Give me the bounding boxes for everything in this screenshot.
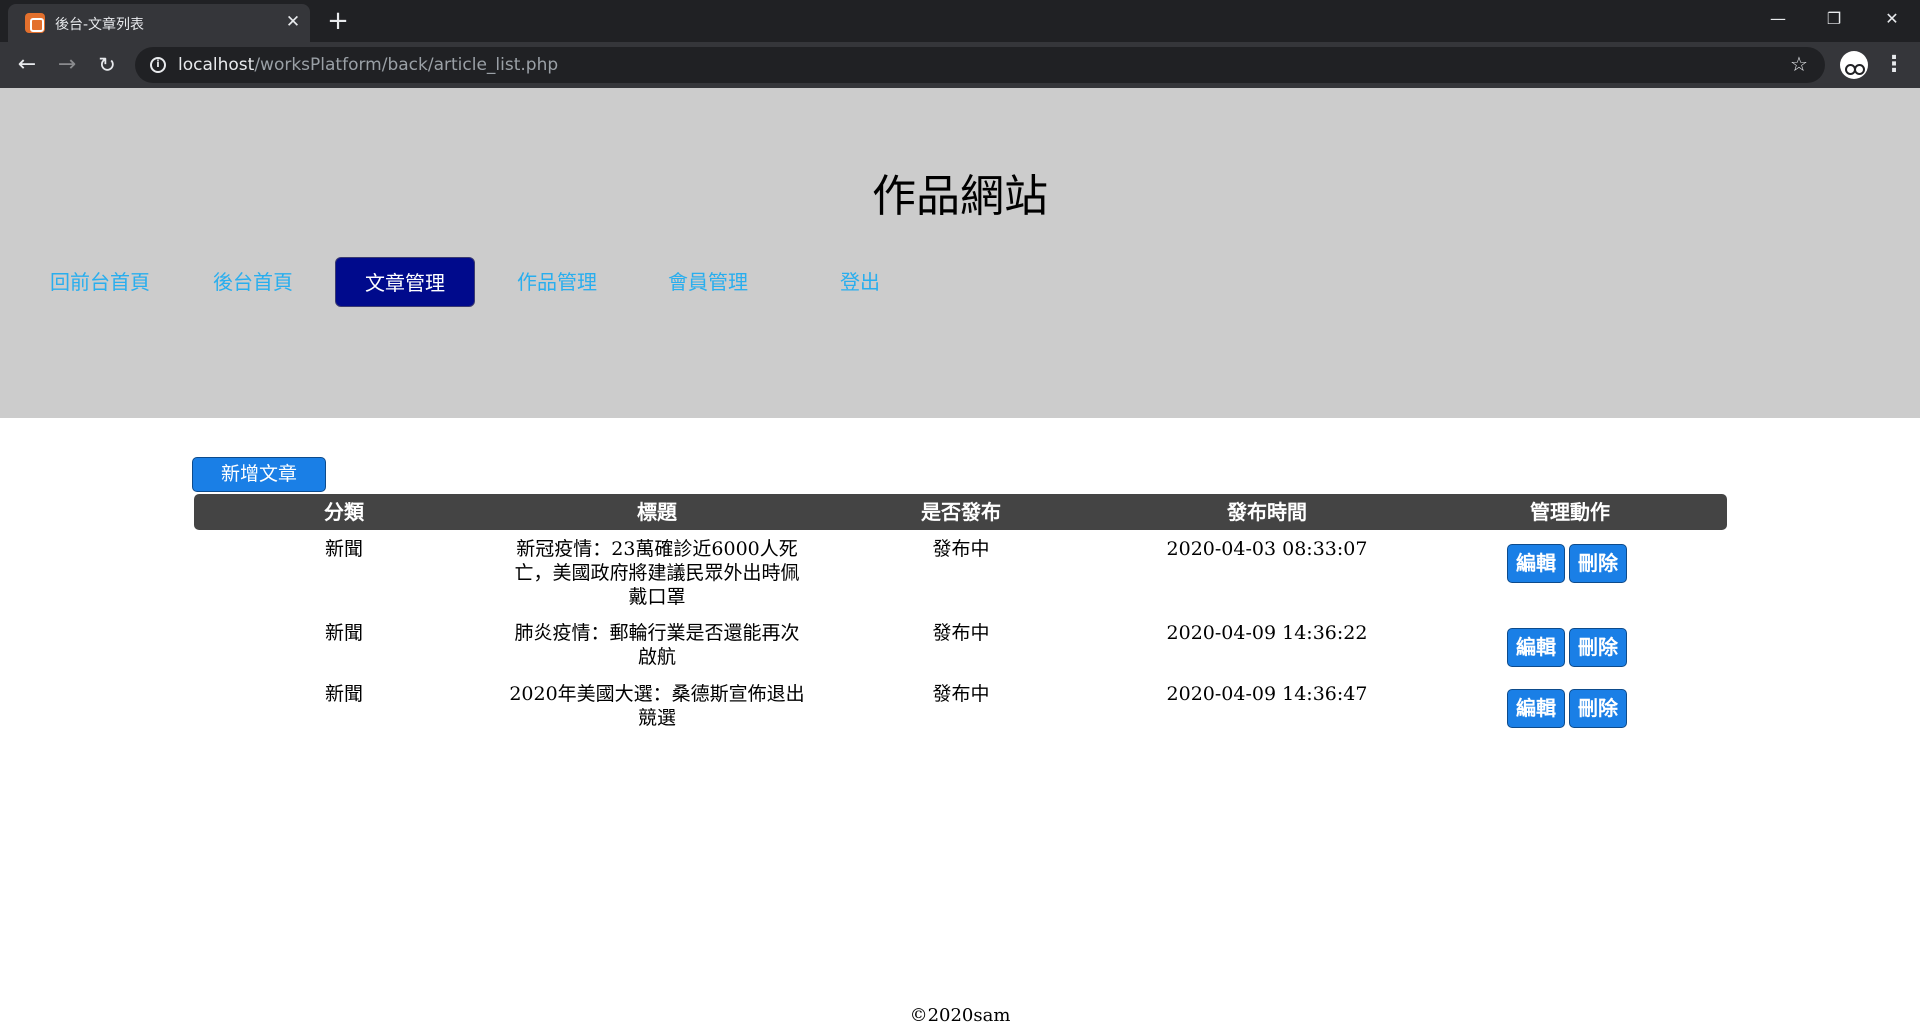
delete-button[interactable]: 刪除 [1569,689,1627,728]
site-title: 作品網站 [872,171,1048,222]
site-header: 作品網站 回前台首頁 後台首頁 文章管理 作品管理 會員管理 登出 [0,88,1920,418]
row-published-time: 2020-04-09 14:36:22 [1166,622,1368,644]
delete-button[interactable]: 刪除 [1569,544,1627,583]
new-tab-icon[interactable]: + [322,6,354,38]
nav-works-management[interactable]: 作品管理 [487,257,627,307]
incognito-icon[interactable] [1840,51,1868,79]
nav-article-management[interactable]: 文章管理 [335,257,475,307]
table-header: 分類 標題 是否發布 發布時間 管理動作 [194,494,1727,530]
row-status: 發布中 [932,622,990,644]
more-menu-icon[interactable]: ⋮ [1880,47,1908,83]
row-title: 2020年美國大選：桑德斯宣佈退出競選 [507,682,807,730]
row-title: 新冠疫情：23萬確診近6000人死亡，美國政府將建議民眾外出時佩戴口罩 [507,537,807,609]
delete-button[interactable]: 刪除 [1569,628,1627,667]
browser-tab-bar: 後台-文章列表 ✕ + — ❐ ✕ [0,0,1920,42]
info-icon[interactable]: i [150,57,166,73]
footer-copyright: ©2020sam [909,1005,1011,1026]
column-header-title: 標題 [637,500,677,524]
row-status: 發布中 [932,538,990,560]
row-category: 新聞 [324,538,363,560]
page-viewport: 作品網站 回前台首頁 後台首頁 文章管理 作品管理 會員管理 登出 新增文章 分… [0,88,1920,1029]
column-header-category: 分類 [324,500,364,524]
row-published-time: 2020-04-03 08:33:07 [1166,538,1368,560]
row-title-text: 新冠疫情：23萬確診近6000人死亡，美國政府將建議民眾外出時佩戴口罩 [514,538,800,608]
back-icon[interactable]: ← [11,49,43,81]
url-path: /worksPlatform/back/article_list.php [254,55,559,75]
minimize-icon[interactable]: — [1750,0,1806,40]
forward-icon[interactable]: → [51,49,83,81]
row-title-text: 肺炎疫情：郵輪行業是否還能再次啟航 [514,622,800,668]
add-article-button[interactable]: 新增文章 [192,457,326,492]
nav-logout[interactable]: 登出 [790,257,930,307]
browser-tab[interactable]: 後台-文章列表 ✕ [8,4,310,42]
row-published-time: 2020-04-09 14:36:47 [1166,683,1368,705]
edit-button[interactable]: 編輯 [1507,628,1565,667]
row-title: 肺炎疫情：郵輪行業是否還能再次啟航 [507,621,807,669]
edit-button[interactable]: 編輯 [1507,544,1565,583]
url-host: localhost [178,55,255,75]
nav-front-home[interactable]: 回前台首頁 [30,257,170,307]
column-header-actions: 管理動作 [1530,500,1610,524]
close-icon[interactable]: ✕ [281,10,305,34]
row-status: 發布中 [932,683,990,705]
row-category: 新聞 [324,683,363,705]
column-header-published: 發布時間 [1227,500,1307,524]
nav-back-home[interactable]: 後台首頁 [183,257,323,307]
tab-title: 後台-文章列表 [55,17,145,33]
edit-button[interactable]: 編輯 [1507,689,1565,728]
column-header-status: 是否發布 [921,500,1001,524]
reload-icon[interactable]: ↻ [91,49,123,81]
restore-icon[interactable]: ❐ [1806,0,1862,40]
url-text[interactable]: localhost/worksPlatform/back/article_lis… [178,55,558,75]
browser-toolbar: ← → ↻ i localhost/worksPlatform/back/art… [0,42,1920,88]
xampp-favicon-icon [25,13,45,33]
bookmark-star-icon[interactable]: ☆ [1790,52,1808,76]
window-close-icon[interactable]: ✕ [1864,0,1920,40]
row-title-text: 2020年美國大選：桑德斯宣佈退出競選 [509,683,805,729]
address-bar[interactable]: i localhost/worksPlatform/back/article_l… [135,47,1825,83]
row-category: 新聞 [324,622,363,644]
nav-member-management[interactable]: 會員管理 [638,257,778,307]
